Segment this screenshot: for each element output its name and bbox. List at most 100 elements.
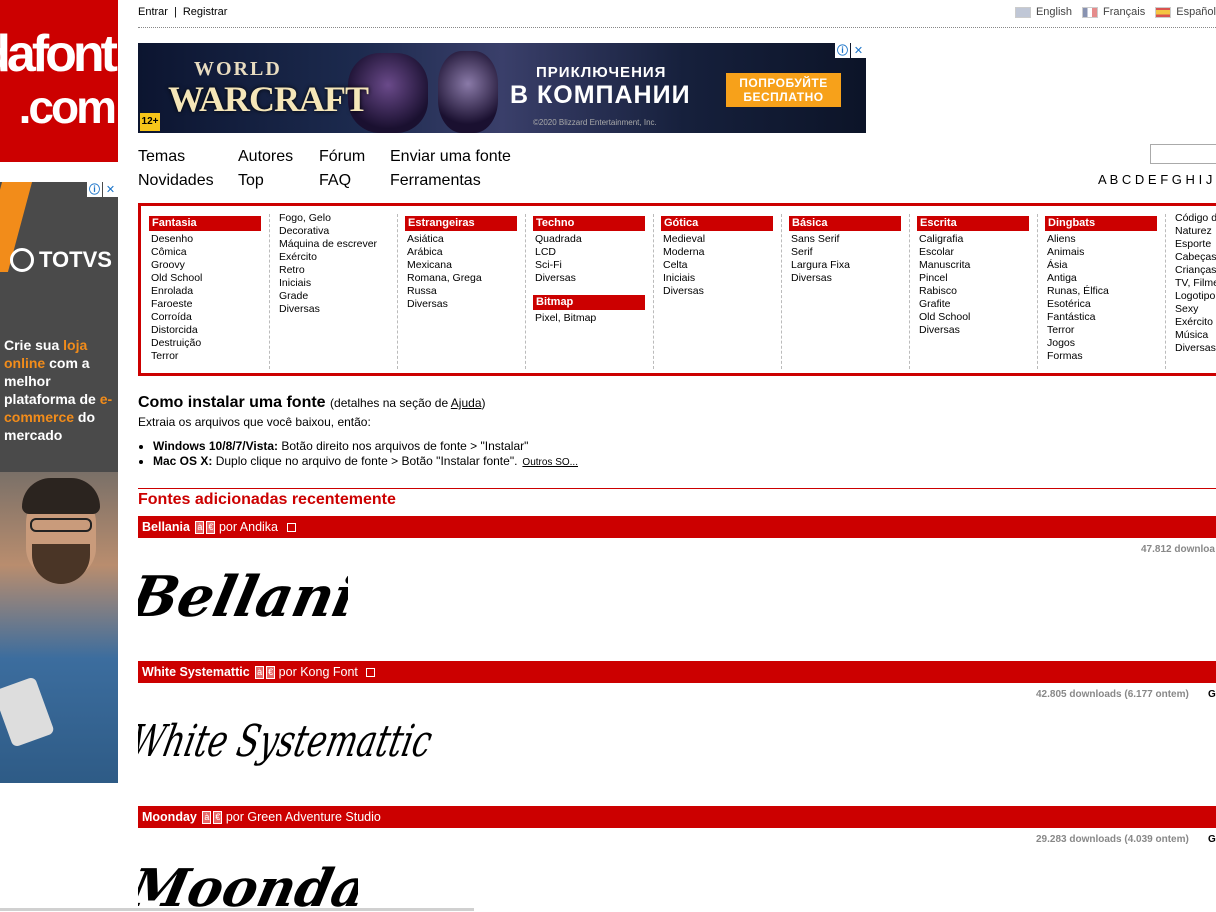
category-item[interactable]: Medieval [663,233,781,246]
category-item[interactable]: Retro [279,264,397,277]
category-item[interactable]: Celta [663,259,781,272]
category-item[interactable]: Diversas [1175,342,1216,355]
category-item[interactable]: Old School [919,311,1037,324]
alpha-link[interactable]: D [1135,172,1144,187]
category-item[interactable]: Diversas [919,324,1037,337]
font-name-link[interactable]: Bellania [142,520,190,534]
category-item[interactable]: TV, Filme [1175,277,1216,290]
category-item[interactable]: Esporte [1175,238,1216,251]
category-item[interactable]: Diversas [407,298,525,311]
font-author-link[interactable]: por Green Adventure Studio [226,810,381,824]
nav-faq[interactable]: FAQ [319,169,351,193]
category-item[interactable]: Fogo, Gelo [279,212,397,225]
login-link[interactable]: Entrar [138,6,168,18]
category-item[interactable]: Formas [1047,350,1165,363]
font-preview-white-systemattic[interactable]: White Systemattic [138,700,448,780]
font-name-link[interactable]: Moonday [142,810,197,824]
category-item[interactable]: Diversas [663,285,781,298]
category-item[interactable]: Escolar [919,246,1037,259]
alpha-link[interactable]: B [1110,172,1119,187]
category-item[interactable]: Grade [279,290,397,303]
category-item[interactable]: Exército [279,251,397,264]
category-item[interactable]: Pixel, Bitmap [535,312,653,325]
category-item[interactable]: Sexy [1175,303,1216,316]
category-item[interactable]: Crianças [1175,264,1216,277]
font-author-link[interactable]: por Andika [219,520,278,534]
category-item[interactable]: Grafite [919,298,1037,311]
category-head-escrita[interactable]: Escrita [917,216,1029,231]
category-item[interactable]: Iniciais [663,272,781,285]
category-item[interactable]: LCD [535,246,653,259]
alpha-link[interactable]: H [1186,172,1195,187]
category-item[interactable]: Decorativa [279,225,397,238]
nav-ferramentas[interactable]: Ferramentas [390,169,481,193]
alpha-link[interactable]: E [1148,172,1157,187]
category-item[interactable]: Moderna [663,246,781,259]
alpha-link[interactable]: J [1206,172,1213,187]
lang-french[interactable]: Français [1082,6,1145,18]
category-item[interactable]: Quadrada [535,233,653,246]
alpha-link[interactable]: C [1122,172,1131,187]
category-item[interactable]: Distorcida [151,324,269,337]
font-author-link[interactable]: por Kong Font [279,665,358,679]
category-head-bitmap[interactable]: Bitmap [533,295,645,310]
category-item[interactable]: Caligrafia [919,233,1037,246]
ad-info-icon[interactable]: ⓘ [835,43,850,58]
category-item[interactable]: Faroeste [151,298,269,311]
external-link-icon[interactable] [366,668,376,678]
category-item[interactable]: Romana, Grega [407,272,525,285]
help-link[interactable]: Ajuda [451,396,482,410]
category-item[interactable]: Jogos [1047,337,1165,350]
category-item[interactable]: Arábica [407,246,525,259]
category-head-techno[interactable]: Techno [533,216,645,231]
nav-enviar-fonte[interactable]: Enviar uma fonte [390,145,511,169]
category-item[interactable]: Corroída [151,311,269,324]
alpha-link[interactable]: A [1098,172,1106,187]
external-link-icon[interactable] [286,523,296,533]
category-item[interactable]: Cabeças [1175,251,1216,264]
ad-close-icon[interactable]: ✕ [103,182,118,197]
category-item[interactable]: Asiática [407,233,525,246]
category-head-basica[interactable]: Básica [789,216,901,231]
category-item[interactable]: Mexicana [407,259,525,272]
category-item[interactable]: Groovy [151,259,269,272]
category-item[interactable]: Old School [151,272,269,285]
nav-forum[interactable]: Fórum [319,145,365,169]
font-name-link[interactable]: White Systemattic [142,665,250,679]
lang-spanish[interactable]: Español [1155,6,1216,18]
category-item[interactable]: Diversas [279,303,397,316]
category-item[interactable]: Destruição [151,337,269,350]
category-item[interactable]: Esotérica [1047,298,1165,311]
category-head-gotica[interactable]: Gótica [661,216,773,231]
category-item[interactable]: Naturez [1175,225,1216,238]
search-input[interactable] [1150,144,1216,164]
download-button[interactable]: G [1208,834,1216,845]
category-item[interactable]: Serif [791,246,909,259]
left-ad-banner[interactable]: ⓘ ✕ TOTVS Crie sua loja online com a mel… [0,182,118,783]
ad-info-icon[interactable]: ⓘ [87,182,102,197]
alpha-link[interactable]: I [1199,172,1203,187]
category-item[interactable]: Antiga [1047,272,1165,285]
category-item[interactable]: Largura Fixa [791,259,909,272]
other-os-link[interactable]: Outros SO... [522,457,578,468]
category-item[interactable]: Cômica [151,246,269,259]
lang-english[interactable]: English [1014,6,1072,18]
category-item[interactable]: Sans Serif [791,233,909,246]
font-preview-bellania[interactable]: Bellania [138,556,348,638]
nav-temas[interactable]: Temas [138,145,185,169]
top-ad-banner[interactable]: WORLD WARCRAFT ПРИКЛЮЧЕНИЯ В КОМПАНИИ ПО… [138,43,866,133]
category-item[interactable]: Terror [151,350,269,363]
category-item[interactable]: Exército [1175,316,1216,329]
alpha-link[interactable]: G [1172,172,1182,187]
category-item[interactable]: Russa [407,285,525,298]
category-head-estrangeiras[interactable]: Estrangeiras [405,216,517,231]
category-item[interactable]: Máquina de escrever [279,238,397,251]
category-item[interactable]: Runas, Élfica [1047,285,1165,298]
category-item[interactable]: Ásia [1047,259,1165,272]
dafont-logo[interactable]: dafont .com [0,0,118,162]
category-item[interactable]: Código d [1175,212,1216,225]
category-head-dingbats[interactable]: Dingbats [1045,216,1157,231]
category-item[interactable]: Animais [1047,246,1165,259]
category-item[interactable]: Diversas [791,272,909,285]
category-item[interactable]: Iniciais [279,277,397,290]
